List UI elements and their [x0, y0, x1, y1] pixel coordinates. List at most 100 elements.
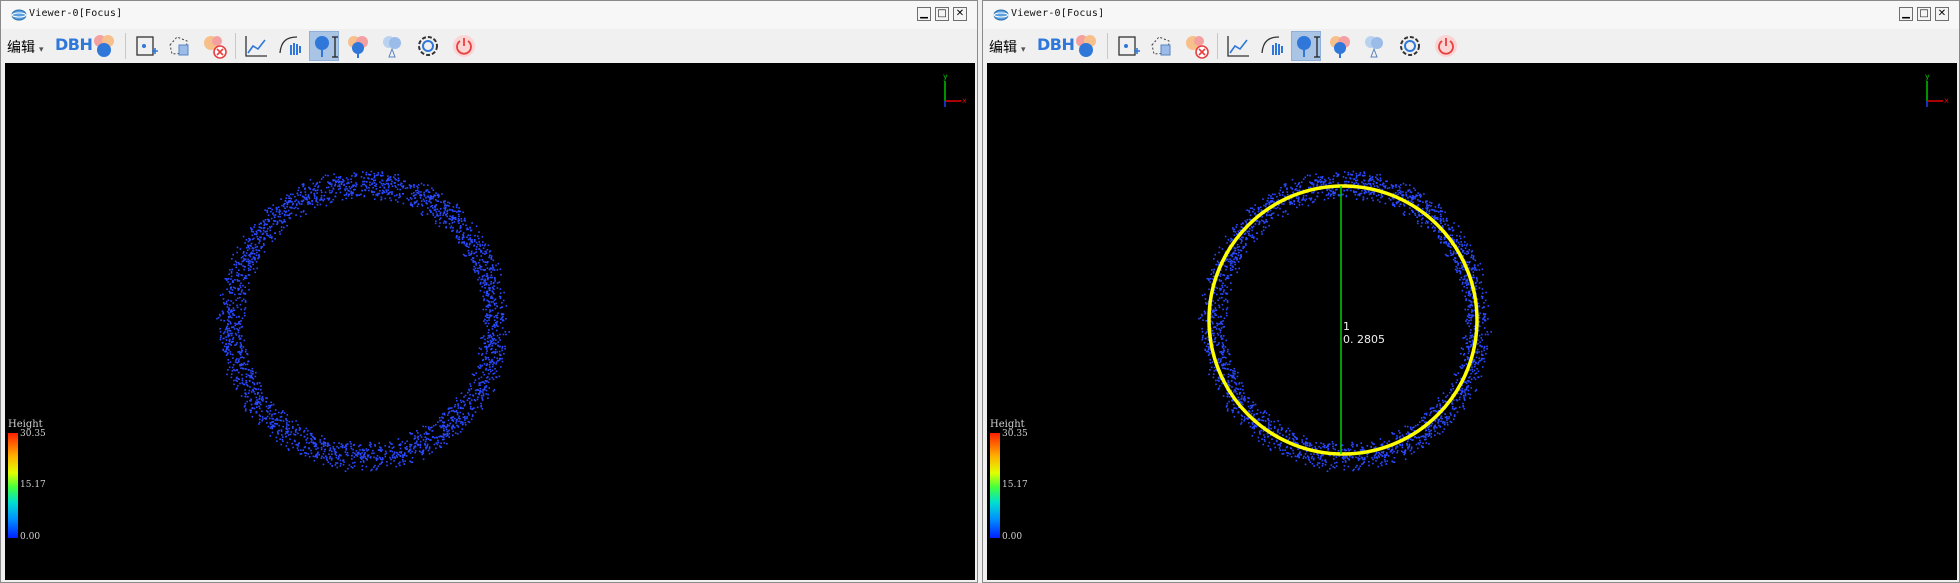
cloud-point: [1391, 203, 1394, 206]
add-point-button[interactable]: [131, 31, 161, 61]
point-cloud: [1198, 170, 1492, 472]
cloud-point: [1213, 316, 1215, 319]
minimize-button[interactable]: ▁: [917, 7, 931, 21]
cloud-point: [1462, 337, 1464, 339]
cloud-point: [494, 280, 496, 282]
cloud-point: [1464, 282, 1466, 284]
cloud-point: [470, 399, 473, 401]
cloud-point: [1204, 293, 1206, 296]
cloud-point: [417, 184, 420, 186]
cloud-point: [271, 240, 274, 243]
cloud-point: [1372, 199, 1374, 202]
cloud-point: [479, 392, 481, 394]
tree-color-button[interactable]: [343, 31, 373, 61]
cloud-point: [371, 191, 373, 194]
power-button[interactable]: [449, 31, 479, 61]
cloud-point: [1467, 294, 1470, 297]
cloud-point: [250, 227, 252, 229]
cloud-point: [353, 443, 355, 446]
cloud-point: [495, 321, 498, 324]
cloud-point: [1371, 456, 1373, 459]
cloud-point: [279, 215, 281, 218]
title-bar[interactable]: Viewer-0[Focus] ▁ □ ✕: [1, 1, 977, 30]
dbh-button[interactable]: DBH: [1037, 35, 1075, 54]
cloud-point: [1223, 325, 1226, 328]
point-cloud-viewport[interactable]: y x Height 30.35 15.17 0.00: [5, 63, 975, 580]
cloud-point: [1458, 398, 1461, 401]
cloud-point: [487, 295, 489, 297]
trees-button[interactable]: [1071, 31, 1101, 61]
tree-height-button[interactable]: [1291, 31, 1321, 61]
cloud-point: [1473, 360, 1476, 363]
cloud-point: [294, 440, 296, 443]
cloud-point: [428, 426, 430, 428]
settings-button[interactable]: [413, 31, 443, 61]
cloud-point: [247, 260, 249, 263]
trees-button[interactable]: [89, 31, 119, 61]
cloud-point: [468, 254, 470, 256]
cloud-point: [435, 447, 437, 450]
point-cloud-viewport[interactable]: 1 0. 2805 y x Height 30.35 15.17 0.00: [987, 63, 1957, 580]
dbh-button[interactable]: DBH: [55, 35, 93, 54]
cloud-point: [236, 274, 238, 277]
cloud-point: [1480, 345, 1483, 348]
cloud-point: [402, 460, 404, 463]
cloud-point: [286, 224, 288, 227]
settings-button[interactable]: [1395, 31, 1425, 61]
cloud-point: [328, 457, 331, 460]
cloud-point: [250, 403, 253, 406]
edit-menu[interactable]: 编辑 ▾: [989, 37, 1026, 57]
cloud-point: [253, 391, 255, 393]
power-button[interactable]: [1431, 31, 1461, 61]
close-button[interactable]: ✕: [1935, 7, 1949, 21]
tree-height-button[interactable]: [309, 31, 339, 61]
title-bar[interactable]: Viewer-0[Focus] ▁ □ ✕: [983, 1, 1959, 30]
cloud-point: [1234, 252, 1236, 255]
cloud-point: [1347, 458, 1350, 460]
cloud-point: [470, 388, 473, 390]
cloud-point: [1272, 212, 1275, 214]
delete-selection-button[interactable]: [1147, 31, 1177, 61]
remove-trees-button[interactable]: [1181, 31, 1211, 61]
tree-crown-button[interactable]: [1359, 31, 1389, 61]
cloud-point: [230, 275, 233, 278]
hand-select-button[interactable]: [275, 31, 305, 61]
cloud-point: [1459, 278, 1461, 281]
cloud-point: [307, 453, 309, 455]
tree-color-button[interactable]: [1325, 31, 1355, 61]
edit-menu[interactable]: 编辑 ▾: [7, 37, 44, 57]
tree-crown-button[interactable]: [377, 31, 407, 61]
cloud-point: [1442, 401, 1445, 404]
profile-chart-button[interactable]: [241, 31, 271, 61]
cloud-point: [1264, 440, 1266, 443]
cloud-point: [1366, 455, 1369, 458]
minimize-button[interactable]: ▁: [1899, 7, 1913, 21]
cloud-point: [435, 204, 438, 206]
cloud-point: [1471, 254, 1473, 256]
add-point-button[interactable]: [1113, 31, 1143, 61]
cloud-point: [1224, 235, 1227, 238]
remove-trees-button[interactable]: [199, 31, 229, 61]
profile-chart-button[interactable]: [1223, 31, 1253, 61]
cloud-point: [424, 440, 427, 443]
cloud-point: [308, 456, 311, 458]
cloud-point: [1226, 402, 1229, 405]
close-button[interactable]: ✕: [953, 7, 967, 21]
cloud-point: [1262, 229, 1265, 232]
hand-select-button[interactable]: [1257, 31, 1287, 61]
maximize-button[interactable]: □: [935, 7, 949, 21]
cloud-point: [300, 449, 302, 451]
cloud-point: [366, 454, 369, 456]
delete-selection-button[interactable]: [165, 31, 195, 61]
cloud-point: [1412, 195, 1414, 197]
cloud-point: [283, 219, 285, 221]
cloud-point: [420, 191, 422, 193]
cloud-point: [302, 185, 304, 188]
cloud-point: [381, 184, 384, 187]
cloud-point: [1228, 363, 1231, 366]
cloud-point: [1216, 344, 1218, 346]
cloud-point: [1270, 195, 1272, 197]
maximize-button[interactable]: □: [1917, 7, 1931, 21]
cloud-point: [280, 229, 283, 232]
cloud-point: [237, 275, 240, 277]
